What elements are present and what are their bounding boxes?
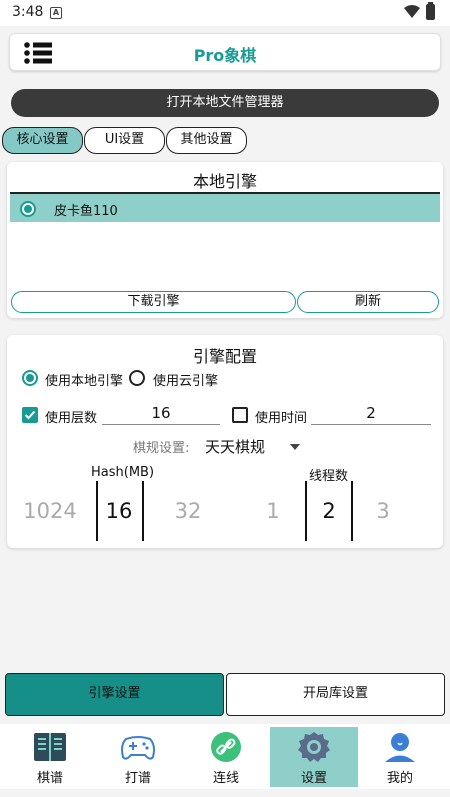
picker-divider bbox=[142, 481, 144, 541]
status-time: 3:48 bbox=[12, 4, 44, 20]
thread-option[interactable]: 1 bbox=[243, 499, 303, 523]
hash-label: Hash(MB) bbox=[91, 465, 155, 480]
use-depth-checkbox[interactable] bbox=[22, 407, 38, 423]
notification-icon: A bbox=[50, 7, 62, 19]
time-input[interactable]: 2 bbox=[311, 403, 431, 425]
use-time-label: 使用时间 bbox=[255, 411, 308, 426]
threads-label: 线程数 bbox=[309, 469, 349, 484]
battery-icon bbox=[426, 2, 435, 20]
nav-label: 连线 bbox=[212, 771, 239, 786]
nav-item-mine[interactable]: 我的 bbox=[356, 727, 444, 787]
user-icon bbox=[385, 733, 415, 762]
nav-label: 棋谱 bbox=[36, 771, 63, 786]
use-local-engine-label: 使用本地引擎 bbox=[45, 374, 124, 389]
rule-label: 棋规设置: bbox=[133, 441, 190, 456]
depth-input[interactable]: 16 bbox=[102, 403, 220, 425]
hash-option[interactable]: 32 bbox=[158, 499, 218, 523]
hash-option-selected[interactable]: 16 bbox=[89, 499, 149, 523]
use-depth-label: 使用层数 bbox=[45, 411, 98, 426]
nav-item-settings[interactable]: 设置 bbox=[270, 727, 358, 787]
rule-select[interactable]: 天天棋规 bbox=[205, 436, 265, 457]
tab-core-settings[interactable]: 核心设置 bbox=[2, 127, 83, 154]
thread-option[interactable]: 3 bbox=[353, 499, 413, 523]
tab-other-settings[interactable]: 其他设置 bbox=[166, 127, 247, 154]
tab-ui-settings[interactable]: UI设置 bbox=[84, 127, 165, 154]
use-cloud-engine-radio[interactable] bbox=[129, 370, 145, 386]
dropdown-arrow-icon[interactable] bbox=[290, 444, 300, 450]
download-engine-button[interactable]: 下载引擎 bbox=[11, 291, 296, 313]
system-nav-bar bbox=[0, 789, 450, 797]
nav-label: 打谱 bbox=[124, 771, 151, 786]
wifi-icon bbox=[404, 5, 420, 18]
book-icon bbox=[34, 733, 66, 761]
use-local-engine-radio[interactable] bbox=[22, 370, 38, 386]
tab-opening-book-settings[interactable]: 开局库设置 bbox=[226, 673, 445, 716]
engine-config-title: 引擎配置 bbox=[192, 347, 257, 366]
check-icon bbox=[24, 410, 36, 420]
local-engine-title: 本地引擎 bbox=[192, 172, 257, 191]
engine-radio[interactable] bbox=[20, 201, 36, 217]
app-title: Pro象棋 bbox=[193, 46, 257, 65]
nav-item-qipu[interactable]: 棋谱 bbox=[6, 727, 94, 787]
engine-name: 皮卡鱼110 bbox=[54, 204, 118, 219]
bottom-navigation: 棋谱 打谱 连线 设置 我的 bbox=[0, 724, 450, 789]
use-cloud-engine-label: 使用云引擎 bbox=[153, 374, 219, 389]
nav-item-lianxian[interactable]: 连线 bbox=[182, 727, 270, 787]
thread-option-selected[interactable]: 2 bbox=[299, 499, 359, 523]
tab-engine-settings[interactable]: 引擎设置 bbox=[5, 673, 224, 716]
nav-item-dapu[interactable]: 打谱 bbox=[94, 727, 182, 787]
use-time-checkbox[interactable] bbox=[232, 407, 248, 423]
refresh-button[interactable]: 刷新 bbox=[297, 291, 439, 313]
open-file-manager-button[interactable]: 打开本地文件管理器 bbox=[11, 89, 439, 117]
gear-icon bbox=[298, 732, 330, 762]
engine-config-card: 引擎配置 使用本地引擎 使用云引擎 使用层数 16 使用时间 2 棋规设置: 天… bbox=[7, 335, 443, 548]
gamepad-icon bbox=[121, 736, 155, 760]
status-bar: 3:48 A bbox=[0, 0, 450, 26]
engine-list-item[interactable]: 皮卡鱼110 bbox=[10, 194, 440, 222]
link-icon bbox=[211, 732, 241, 762]
hash-option[interactable]: 1024 bbox=[20, 499, 80, 523]
nav-label: 设置 bbox=[300, 771, 327, 786]
local-engine-card: 本地引擎 皮卡鱼110 下载引擎 刷新 bbox=[7, 162, 443, 318]
nav-label: 我的 bbox=[386, 771, 413, 786]
app-header: Pro象棋 bbox=[9, 33, 441, 71]
